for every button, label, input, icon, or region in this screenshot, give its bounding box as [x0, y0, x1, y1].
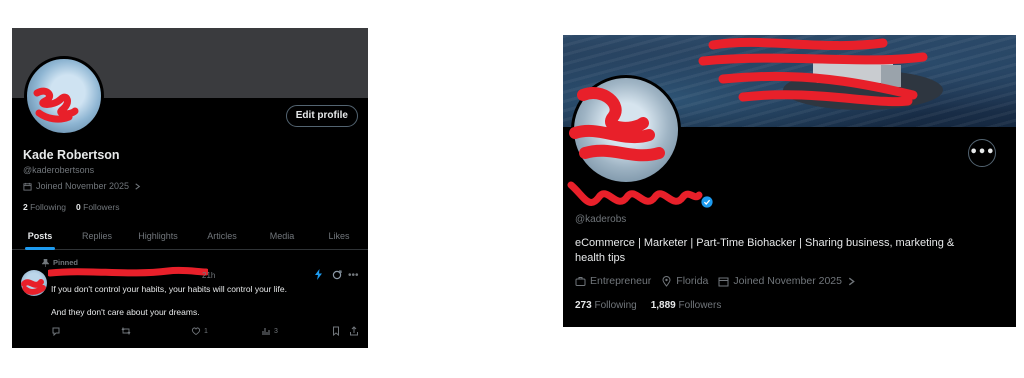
profile-tabs: Posts Replies Highlights Articles Media …	[12, 224, 368, 250]
reply-button[interactable]	[51, 326, 61, 336]
tab-posts[interactable]: Posts	[12, 224, 68, 249]
profile-panel-right: ••• @kaderobs eCommerce | Marketer | Par…	[563, 35, 1016, 327]
follow-stats: 2 Following 0 Followers	[23, 202, 120, 212]
redaction-scribble	[33, 87, 79, 123]
joined-date: Joined November 2025	[23, 181, 142, 191]
profile-name-row	[575, 195, 713, 209]
avatar[interactable]	[24, 56, 104, 136]
category-item: Entrepreneur	[575, 275, 651, 287]
location-pin-icon	[662, 275, 671, 287]
more-options-button[interactable]: •••	[968, 139, 996, 167]
tab-articles[interactable]: Articles	[190, 224, 254, 249]
following-count: 273	[575, 300, 592, 311]
chevron-right-icon[interactable]	[846, 276, 857, 287]
joined-text: Joined November 2025	[733, 275, 842, 287]
following-link[interactable]: 2 Following	[23, 202, 66, 212]
followers-link[interactable]: 0 Followers	[76, 202, 119, 212]
tab-likes[interactable]: Likes	[310, 224, 368, 249]
profile-name: Kade Robertson	[23, 148, 120, 162]
follow-stats: 273 Following 1,889 Followers	[575, 300, 721, 311]
followers-label: Followers	[678, 300, 722, 311]
views-count: 3	[274, 327, 278, 335]
category-text: Entrepreneur	[590, 275, 652, 287]
tab-highlights[interactable]: Highlights	[126, 224, 190, 249]
profile-name-redacted	[575, 195, 697, 209]
following-link[interactable]: 273 Following	[575, 300, 637, 311]
post-time[interactable]: 21h	[202, 271, 215, 280]
following-label: Following	[594, 300, 637, 311]
calendar-icon	[718, 277, 729, 286]
avatar[interactable]	[571, 75, 681, 185]
post-text-2: And they don't care about your dreams.	[51, 307, 200, 317]
like-count: 1	[204, 327, 208, 335]
profile-handle: @kaderobs	[575, 214, 627, 225]
repost-icon	[121, 326, 131, 336]
like-button[interactable]: 1	[191, 326, 208, 336]
grok-analyze-icon[interactable]	[332, 270, 342, 280]
calendar-icon	[23, 182, 32, 191]
followers-count: 1,889	[650, 300, 676, 311]
followers-count: 0	[76, 202, 81, 212]
profile-bio: eCommerce | Marketer | Part-Time Biohack…	[575, 237, 955, 264]
bookmark-button[interactable]	[331, 326, 341, 336]
views-icon	[262, 328, 270, 335]
joined-text: Joined November 2025	[36, 181, 130, 191]
more-icon[interactable]: •••	[348, 270, 359, 281]
post-avatar[interactable]	[21, 270, 47, 296]
redaction-scribble	[48, 266, 208, 277]
grok-icon[interactable]	[314, 269, 323, 280]
share-button[interactable]	[349, 326, 359, 336]
views-button[interactable]: 3	[261, 326, 278, 336]
tab-media[interactable]: Media	[254, 224, 310, 249]
followers-label: Followers	[83, 202, 120, 212]
tab-replies[interactable]: Replies	[68, 224, 126, 249]
like-icon	[191, 327, 201, 336]
followers-link[interactable]: 1,889 Followers	[651, 300, 722, 311]
briefcase-icon	[575, 276, 586, 286]
profile-handle: @kaderobertsons	[23, 165, 95, 175]
joined-item: Joined November 2025	[718, 275, 857, 287]
redaction-scribble	[21, 279, 46, 295]
bookmark-icon	[333, 326, 339, 336]
repost-button[interactable]	[121, 326, 131, 336]
verified-badge-icon	[701, 196, 713, 208]
profile-panel-left: Edit profile Kade Robertson @kaderoberts…	[12, 28, 368, 348]
chevron-right-icon[interactable]	[133, 182, 142, 191]
location-text: Florida	[676, 275, 709, 287]
reply-icon	[52, 327, 60, 336]
post-text: If you don't control your habits, your h…	[51, 284, 287, 294]
following-label: Following	[30, 202, 67, 212]
share-icon	[350, 326, 358, 336]
profile-meta: Entrepreneur Florida Joined November 202…	[575, 275, 857, 287]
location-item: Florida	[661, 275, 708, 287]
edit-profile-button[interactable]: Edit profile	[285, 105, 358, 127]
post-actions: 1 3	[51, 326, 361, 338]
following-count: 2	[23, 202, 28, 212]
